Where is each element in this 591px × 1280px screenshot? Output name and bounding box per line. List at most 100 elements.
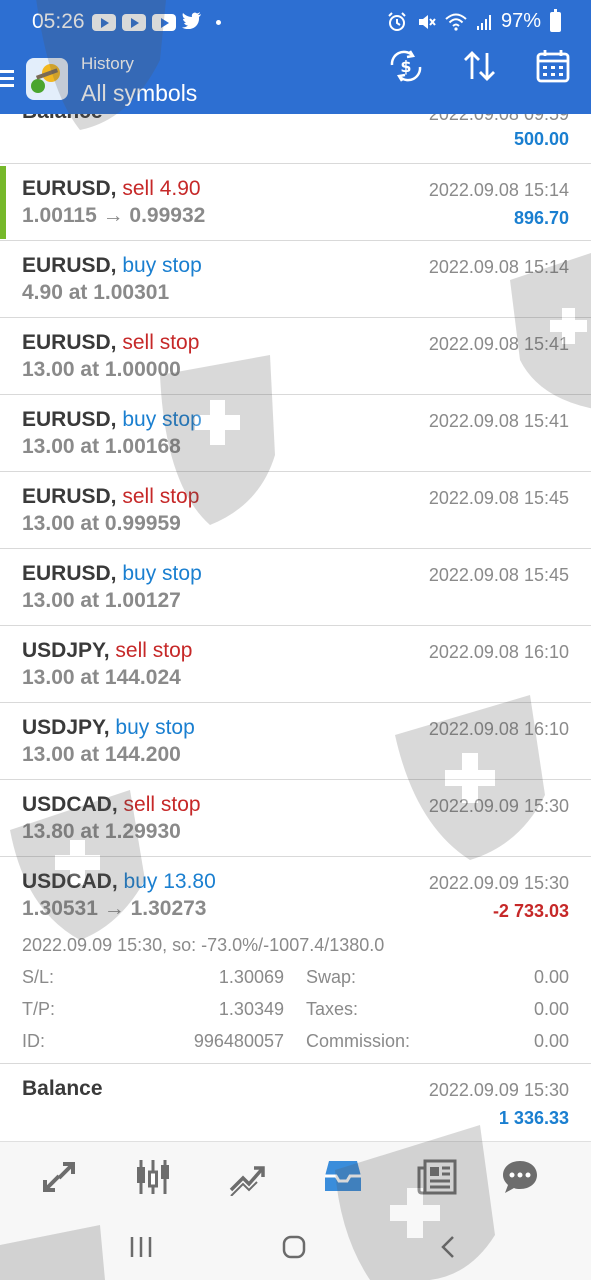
order-detail: 13.00 at 144.200 bbox=[22, 743, 181, 766]
symbol-filter[interactable]: All symbols bbox=[81, 80, 197, 107]
notification-icons bbox=[92, 12, 221, 32]
order-detail: 13.00 at 144.024 bbox=[22, 666, 181, 689]
order-symbol: USDJPY, bbox=[22, 716, 110, 739]
open-deal-marker bbox=[0, 166, 6, 239]
calendar-icon[interactable] bbox=[531, 44, 575, 88]
app-bar: History All symbols $ bbox=[0, 44, 591, 114]
order-title: EURUSD, sell stop bbox=[22, 485, 199, 509]
bottom-tab-bar bbox=[0, 1141, 591, 1213]
order-title: USDCAD, sell stop bbox=[22, 793, 201, 817]
order-date: 2022.09.08 15:45 bbox=[428, 565, 569, 585]
battery-icon bbox=[550, 8, 561, 32]
battery-percent: 97% bbox=[500, 10, 541, 32]
quotes-tab[interactable] bbox=[34, 1154, 84, 1200]
youtube-icon bbox=[152, 13, 176, 31]
order-row[interactable]: EURUSD, buy stop 13.00 at 1.00168 2022.09.… bbox=[0, 395, 591, 472]
commission-value: 0.00 bbox=[533, 1031, 569, 1051]
signal-icon bbox=[476, 14, 491, 30]
sort-arrows-icon[interactable] bbox=[458, 44, 502, 88]
order-date: 2022.09.08 15:45 bbox=[428, 488, 569, 508]
deal-price-change: 1.30531 → 1.30273 bbox=[22, 897, 207, 920]
order-symbol: EURUSD, bbox=[22, 177, 117, 200]
svg-text:$: $ bbox=[400, 57, 411, 76]
inbox-icon bbox=[325, 1161, 361, 1191]
arrows-icon bbox=[43, 1162, 75, 1192]
deal-comment: 2022.09.09 15:30, so: -73.0%/-1007.4/138… bbox=[22, 935, 385, 955]
chat-tab[interactable] bbox=[495, 1154, 545, 1200]
deal-action: buy 13.80 bbox=[123, 870, 216, 893]
order-detail: 13.00 at 1.00000 bbox=[22, 358, 181, 381]
newspaper-icon bbox=[417, 1159, 457, 1195]
order-date: 2022.09.08 15:41 bbox=[428, 411, 569, 431]
order-row[interactable]: USDJPY, buy stop 13.00 at 144.200 2022.09.… bbox=[0, 703, 591, 780]
chart-tab[interactable] bbox=[128, 1154, 178, 1200]
more-notifications-dot bbox=[216, 19, 221, 25]
news-tab[interactable] bbox=[412, 1154, 462, 1200]
tp-label: T/P: bbox=[22, 999, 56, 1019]
order-row[interactable]: USDCAD, sell stop 13.80 at 1.29930 2022.09… bbox=[0, 780, 591, 857]
top-bar: 05:26 97% History All symbols $ bbox=[0, 0, 591, 114]
balance-amount: 1 336.33 bbox=[498, 1108, 569, 1128]
swap-value: 0.00 bbox=[533, 967, 569, 987]
home-icon[interactable] bbox=[274, 1231, 314, 1263]
alarm-icon bbox=[388, 11, 406, 31]
balance-label: Balance bbox=[22, 1077, 103, 1100]
order-row[interactable]: EURUSD, sell stop 13.00 at 1.00000 2022.09… bbox=[0, 318, 591, 395]
balance-date: 2022.09.08 09:59 bbox=[428, 114, 569, 124]
system-icons: 97% bbox=[387, 8, 561, 33]
order-row[interactable]: EURUSD, sell stop 13.00 at 0.99959 2022.09… bbox=[0, 472, 591, 549]
order-title: USDJPY, buy stop bbox=[22, 716, 195, 740]
order-action: buy stop bbox=[122, 254, 202, 277]
sl-label: S/L: bbox=[22, 967, 55, 987]
twitter-icon bbox=[182, 12, 202, 32]
order-action: sell stop bbox=[122, 485, 200, 508]
order-row[interactable]: EURUSD, sell 4.90 1.00115 → 0.99932 2022.0… bbox=[0, 164, 591, 241]
history-tab[interactable] bbox=[318, 1154, 368, 1200]
order-action: buy stop bbox=[122, 408, 202, 431]
tp-value: 1.30349 bbox=[218, 999, 284, 1019]
order-symbol: EURUSD, bbox=[22, 331, 117, 354]
commission-label: Commission: bbox=[306, 1031, 411, 1051]
expanded-deal-row[interactable]: USDCAD, buy 13.80 1.30531 → 1.30273 2022… bbox=[0, 857, 591, 1064]
metatrader-logo bbox=[26, 58, 68, 100]
order-title: EURUSD, sell 4.90 bbox=[22, 177, 201, 201]
deal-title: USDCAD, buy 13.80 bbox=[22, 870, 216, 894]
order-date: 2022.09.08 15:14 bbox=[428, 257, 569, 277]
recent-apps-icon[interactable] bbox=[121, 1231, 161, 1263]
status-time: 05:26 bbox=[32, 10, 85, 33]
order-title: EURUSD, sell stop bbox=[22, 331, 199, 355]
order-title: EURUSD, buy stop bbox=[22, 408, 202, 432]
history-list: Balance 2022.09.08 09:59 500.00 EURUSD, … bbox=[0, 114, 591, 1140]
hamburger-icon[interactable] bbox=[0, 70, 14, 88]
balance-row[interactable]: Balance 2022.09.08 09:59 500.00 bbox=[0, 114, 591, 164]
balance-row[interactable]: Balance 2022.09.09 15:30 1 336.33 bbox=[0, 1064, 591, 1140]
order-date: 2022.09.08 16:10 bbox=[428, 642, 569, 662]
order-profit: 896.70 bbox=[513, 208, 569, 228]
order-title: EURUSD, buy stop bbox=[22, 254, 202, 278]
order-action: sell 4.90 bbox=[122, 177, 201, 200]
balance-date: 2022.09.09 15:30 bbox=[428, 1080, 569, 1100]
order-date: 2022.09.08 15:14 bbox=[428, 180, 569, 200]
order-symbol: USDJPY, bbox=[22, 639, 110, 662]
youtube-icon bbox=[92, 13, 116, 31]
youtube-icon bbox=[122, 13, 146, 31]
deal-date: 2022.09.09 15:30 bbox=[428, 873, 569, 893]
deal-profit: -2 733.03 bbox=[492, 901, 569, 921]
order-detail: 13.80 at 1.29930 bbox=[22, 820, 181, 843]
order-symbol: EURUSD, bbox=[22, 485, 117, 508]
order-detail: 4.90 at 1.00301 bbox=[22, 281, 170, 304]
order-row[interactable]: EURUSD, buy stop 13.00 at 1.00127 2022.09.… bbox=[0, 549, 591, 626]
order-row[interactable]: EURUSD, buy stop 4.90 at 1.00301 2022.09.0… bbox=[0, 241, 591, 318]
order-detail: 1.00115 → 0.99932 bbox=[22, 204, 206, 227]
order-date: 2022.09.08 15:41 bbox=[428, 334, 569, 354]
order-symbol: USDCAD, bbox=[22, 793, 118, 816]
back-icon[interactable] bbox=[428, 1231, 468, 1263]
order-action: buy stop bbox=[122, 562, 202, 585]
order-action: sell stop bbox=[122, 331, 200, 354]
order-title: EURUSD, buy stop bbox=[22, 562, 202, 586]
order-row[interactable]: USDJPY, sell stop 13.00 at 144.024 2022.09… bbox=[0, 626, 591, 703]
dollar-exchange-icon[interactable]: $ bbox=[384, 44, 428, 88]
trade-tab[interactable] bbox=[222, 1154, 272, 1200]
order-action: sell stop bbox=[115, 639, 193, 662]
wifi-icon bbox=[445, 13, 467, 31]
